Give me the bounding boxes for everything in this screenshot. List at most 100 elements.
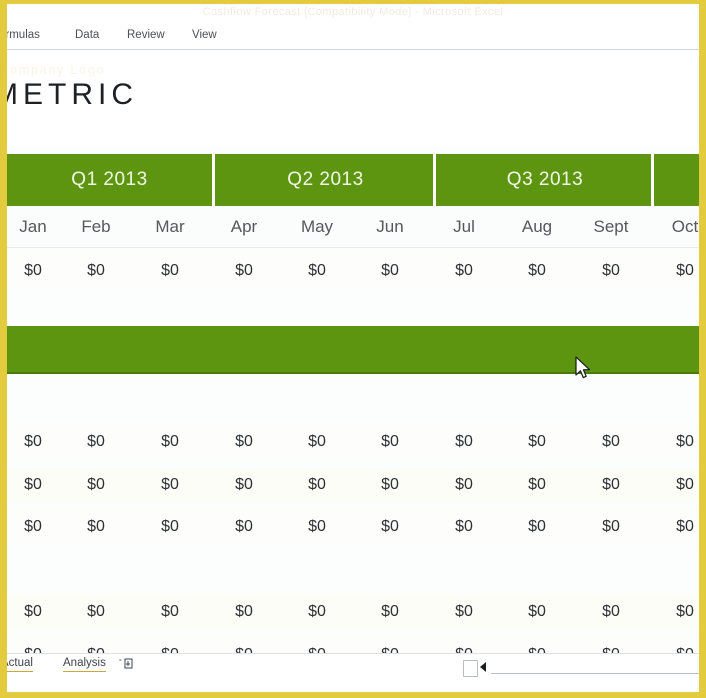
table-row[interactable]: $0 $0 $0 $0 $0 $0 $0 $0 $0 $0 [7, 424, 699, 460]
cell-value[interactable]: $0 [218, 600, 270, 624]
cell-value[interactable]: $0 [7, 430, 59, 454]
month-header-feb[interactable]: Feb [70, 206, 122, 247]
month-header-oct[interactable]: Oct [659, 206, 699, 247]
cell-value[interactable]: $0 [438, 259, 490, 283]
cell-value[interactable]: $0 [218, 259, 270, 283]
cell-value[interactable]: $0 [659, 259, 699, 283]
cell-value[interactable]: $0 [511, 430, 563, 454]
new-sheet-icon[interactable]: ° [119, 657, 135, 671]
ribbon-tab-view[interactable]: View [192, 29, 217, 41]
month-header-row: Jan Feb Mar Apr May Jun Jul Aug Sept Oct [7, 206, 699, 248]
quarter-header-2[interactable]: Q2 2013 [218, 154, 436, 206]
cell-value[interactable]: $0 [70, 643, 122, 653]
cell-value[interactable]: $0 [7, 515, 59, 539]
cell-value[interactable]: $0 [364, 643, 416, 653]
cell-value[interactable]: $0 [218, 515, 270, 539]
month-header-jun[interactable]: Jun [364, 206, 416, 247]
cell-value[interactable]: $0 [144, 515, 196, 539]
cell-value[interactable]: $0 [144, 259, 196, 283]
cell-value[interactable]: $0 [364, 515, 416, 539]
cell-value[interactable]: $0 [364, 473, 416, 497]
cell-value[interactable]: $0 [291, 643, 343, 653]
cell-value[interactable]: $0 [438, 643, 490, 653]
quarter-header-1[interactable]: Q1 2013 [7, 154, 215, 206]
month-header-jul[interactable]: Jul [438, 206, 490, 247]
cell-value[interactable]: $0 [511, 259, 563, 283]
table-row[interactable]: $0 $0 $0 $0 $0 $0 $0 $0 $0 $0 [7, 594, 699, 630]
cell-value[interactable]: $0 [659, 515, 699, 539]
sheet-tab-analysis[interactable]: Analysis [63, 657, 106, 672]
cell-value[interactable]: $0 [364, 600, 416, 624]
ribbon-body: Company Logo METRIC [7, 50, 699, 148]
cell-value[interactable]: $0 [291, 515, 343, 539]
quarter-header-3[interactable]: Q3 2013 [439, 154, 654, 206]
cell-value[interactable]: $0 [7, 473, 59, 497]
cell-value[interactable]: $0 [70, 430, 122, 454]
table-row[interactable]: $0 $0 $0 $0 $0 $0 $0 $0 $0 $0 [7, 253, 699, 289]
cell-value[interactable]: $0 [144, 430, 196, 454]
table-row[interactable]: $0 $0 $0 $0 $0 $0 $0 $0 $0 $0 [7, 509, 699, 545]
month-header-mar[interactable]: Mar [144, 206, 196, 247]
excel-window: Cashflow Forecast [Compatibility Mode] -… [0, 0, 706, 698]
cell-value[interactable]: $0 [511, 515, 563, 539]
quarter-header-band: Q1 2013 Q2 2013 Q3 2013 [7, 154, 699, 206]
brand-subtitle: Company Logo [7, 62, 106, 77]
cell-value[interactable]: $0 [218, 473, 270, 497]
cell-value[interactable]: $0 [659, 600, 699, 624]
cell-value[interactable]: $0 [585, 515, 637, 539]
cell-value[interactable]: $0 [70, 473, 122, 497]
cell-value[interactable]: $0 [659, 473, 699, 497]
horizontal-scrollbar-track[interactable] [491, 673, 699, 674]
cell-value[interactable]: $0 [144, 473, 196, 497]
cell-value[interactable]: $0 [511, 600, 563, 624]
title-bar: Cashflow Forecast [Compatibility Mode] -… [7, 4, 699, 25]
cell-value[interactable]: $0 [218, 643, 270, 653]
cell-value[interactable]: $0 [144, 643, 196, 653]
table-row[interactable]: $0 $0 $0 $0 $0 $0 $0 $0 $0 $0 [7, 467, 699, 503]
horizontal-scrollbar-thumb[interactable] [463, 660, 478, 677]
cell-value[interactable]: $0 [438, 600, 490, 624]
cell-value[interactable]: $0 [70, 600, 122, 624]
month-header-may[interactable]: May [291, 206, 343, 247]
month-header-sept[interactable]: Sept [585, 206, 637, 247]
cell-value[interactable]: $0 [291, 259, 343, 283]
cell-value[interactable]: $0 [70, 259, 122, 283]
cell-value[interactable]: $0 [364, 430, 416, 454]
cell-value[interactable]: $0 [659, 643, 699, 653]
cell-value[interactable]: $0 [511, 643, 563, 653]
cell-value[interactable]: $0 [364, 259, 416, 283]
cell-value[interactable]: $0 [438, 515, 490, 539]
cell-value[interactable]: $0 [291, 600, 343, 624]
sheet-tab-actual[interactable]: Actual [7, 657, 33, 672]
worksheet-grid[interactable]: Q1 2013 Q2 2013 Q3 2013 Jan Feb Mar Apr May Jun… [7, 147, 699, 653]
cell-value[interactable]: $0 [7, 643, 59, 653]
ribbon-tab-review[interactable]: Review [127, 29, 165, 41]
sheet-tab-bar: Actual Analysis ° [7, 653, 699, 692]
cell-value[interactable]: $0 [7, 259, 59, 283]
table-row[interactable]: $0 $0 $0 $0 $0 $0 $0 $0 $0 $0 [7, 637, 699, 653]
cell-value[interactable]: $0 [585, 600, 637, 624]
cell-value[interactable]: $0 [585, 473, 637, 497]
month-header-apr[interactable]: Apr [218, 206, 270, 247]
cell-value[interactable]: $0 [438, 430, 490, 454]
horizontal-scrollbar[interactable] [463, 660, 699, 677]
quarter-header-4[interactable] [657, 154, 699, 206]
cell-value[interactable]: $0 [291, 473, 343, 497]
svg-text:°: ° [119, 658, 122, 666]
cell-value[interactable]: $0 [218, 430, 270, 454]
cell-value[interactable]: $0 [585, 259, 637, 283]
cell-value[interactable]: $0 [585, 643, 637, 653]
cell-value[interactable]: $0 [144, 600, 196, 624]
cell-value[interactable]: $0 [291, 430, 343, 454]
cell-value[interactable]: $0 [585, 430, 637, 454]
cell-value[interactable]: $0 [438, 473, 490, 497]
month-header-jan[interactable]: Jan [7, 206, 59, 247]
cell-value[interactable]: $0 [659, 430, 699, 454]
cell-value[interactable]: $0 [70, 515, 122, 539]
month-header-aug[interactable]: Aug [511, 206, 563, 247]
ribbon-tab-data[interactable]: Data [75, 29, 99, 41]
scroll-left-arrow-icon[interactable] [480, 662, 486, 672]
cell-value[interactable]: $0 [511, 473, 563, 497]
cell-value[interactable]: $0 [7, 600, 59, 624]
ribbon-tab-ormulas[interactable]: ormulas [7, 29, 40, 41]
